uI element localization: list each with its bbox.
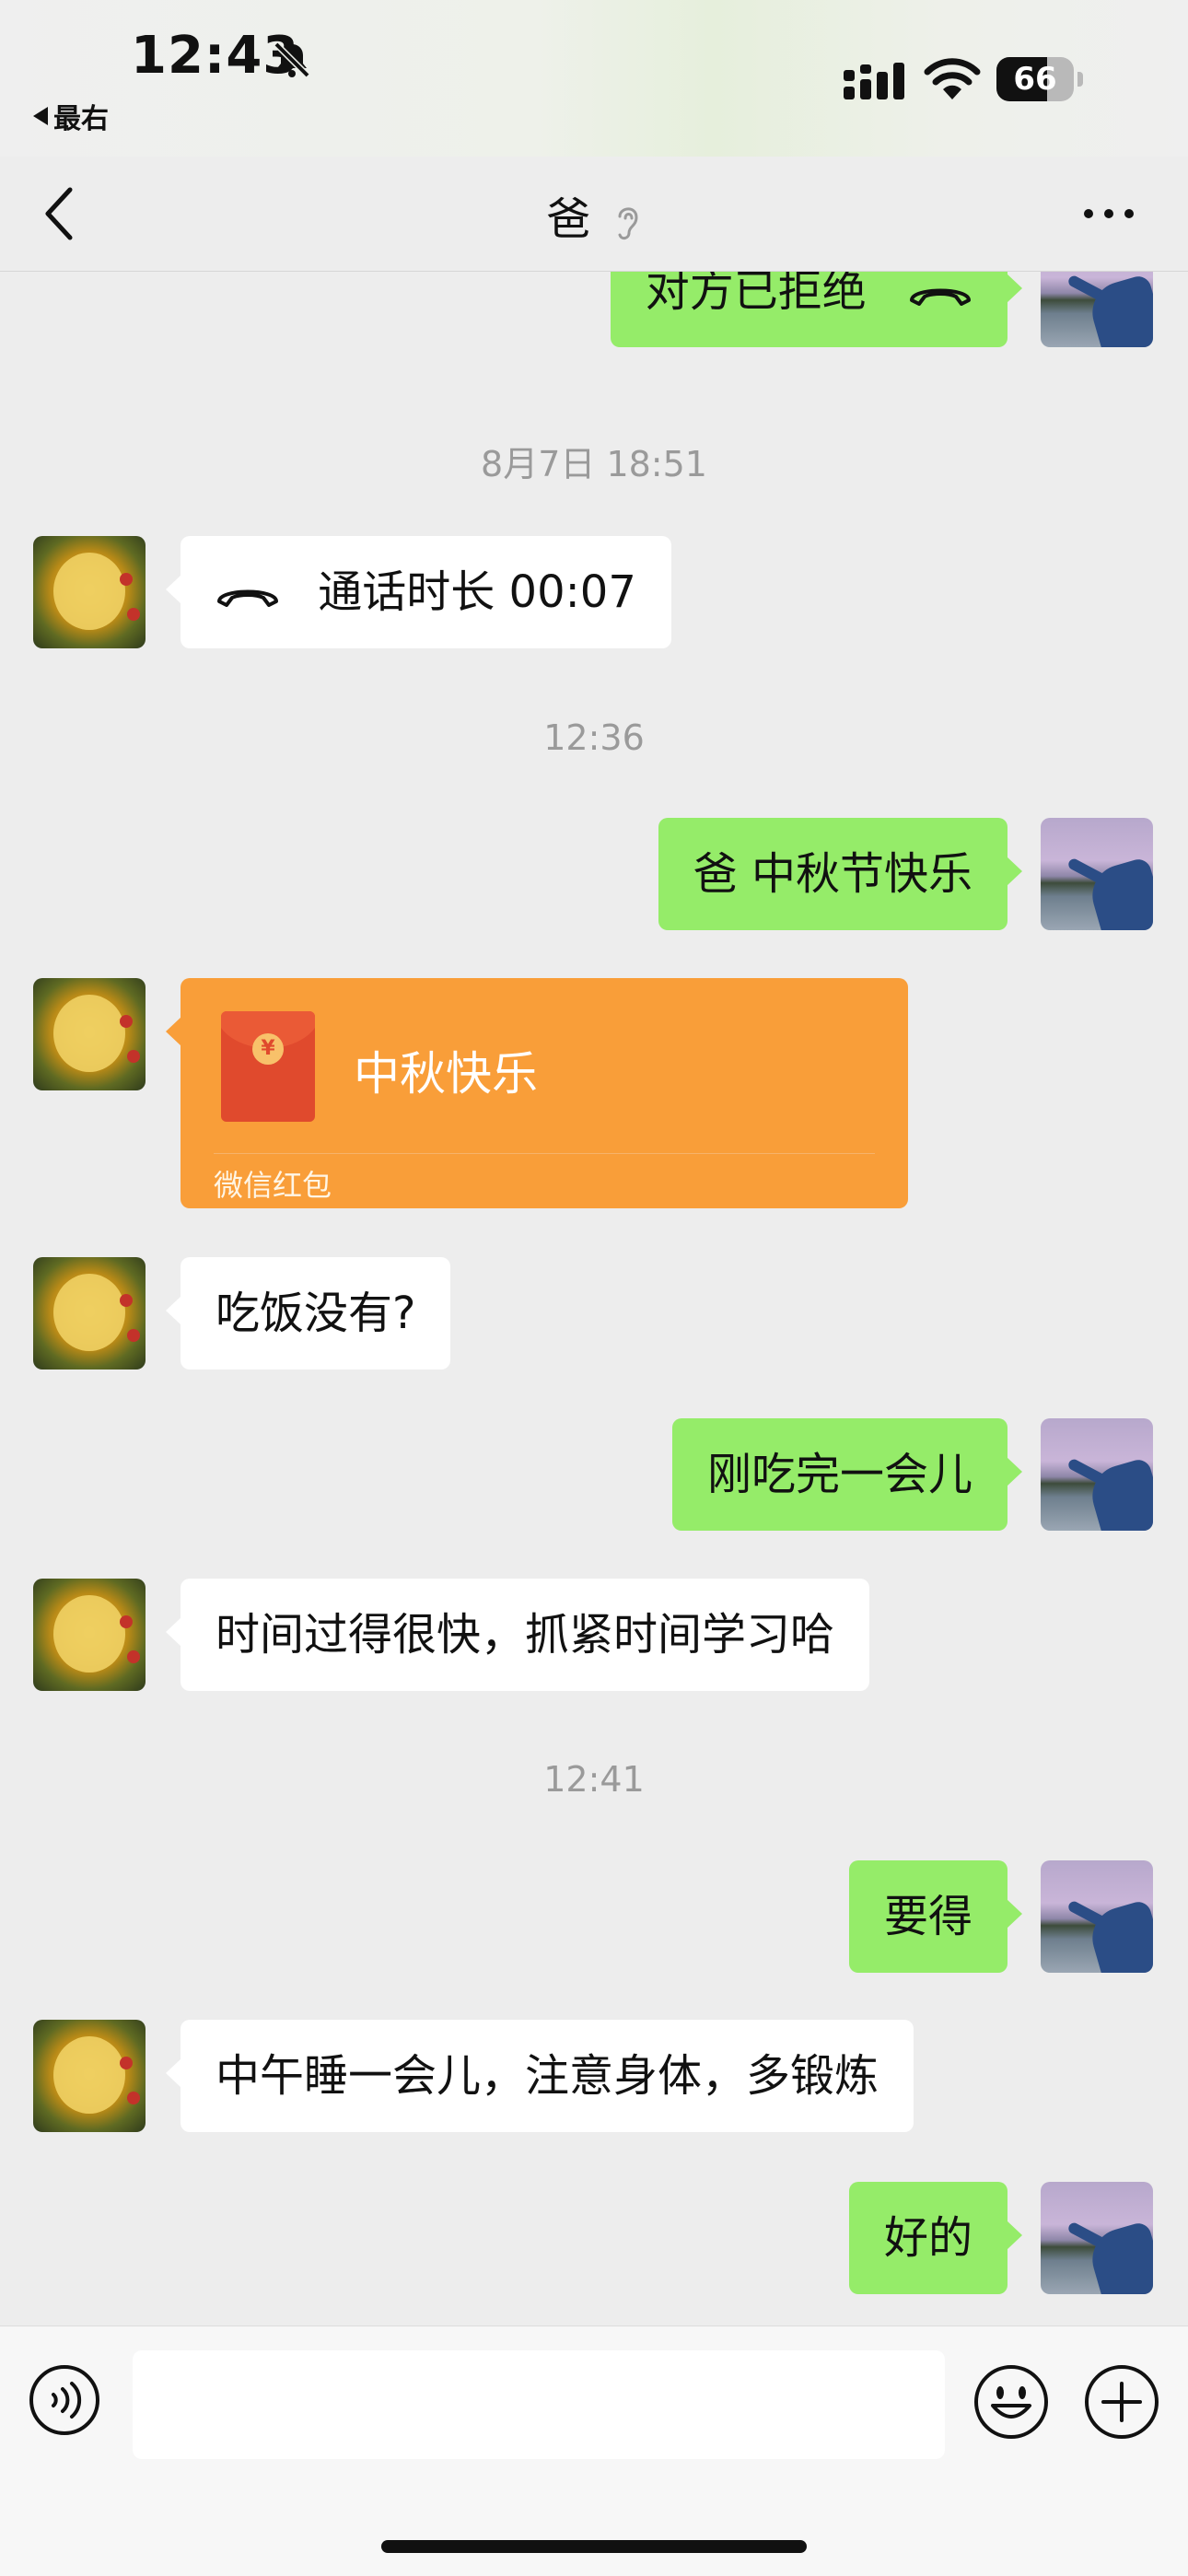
message-bubble[interactable]: 好的 [848, 2182, 1023, 2294]
back-triangle-icon [33, 107, 48, 125]
phone-hangup-icon [910, 288, 971, 306]
more-icon[interactable] [1079, 204, 1138, 223]
message-incoming[interactable]: 吃饭没有? [0, 1257, 1188, 1370]
message-bubble[interactable]: 刚吃完一会儿 [671, 1418, 1023, 1531]
call-bubble[interactable]: 通话时长 00:07 [166, 536, 671, 648]
red-packet-title: 中秋快乐 [354, 1047, 538, 1101]
message-bubble[interactable]: 吃饭没有? [165, 1257, 451, 1370]
contact-avatar[interactable] [33, 978, 146, 1090]
message-outgoing[interactable]: 爸 中秋节快乐 [0, 818, 1188, 930]
voice-icon[interactable] [28, 2363, 101, 2437]
phone-hangup-icon [217, 589, 278, 607]
call-duration-text: 通话时长 00:07 [318, 566, 636, 618]
message-bubble[interactable]: 时间过得很快，抓紧时间学习哈 [165, 1579, 870, 1691]
contact-avatar[interactable] [33, 1579, 146, 1691]
message-outgoing-call[interactable]: 对方已拒绝 [0, 272, 1188, 364]
message-bubble[interactable]: 要得 [848, 1860, 1023, 1973]
message-bubble[interactable]: 中午睡一会儿，注意身体，多锻炼 [165, 2020, 914, 2132]
timestamp: 8月7日 18:51 [481, 444, 707, 484]
my-avatar[interactable] [1041, 1860, 1153, 1973]
message-incoming[interactable]: 中午睡一会儿，注意身体，多锻炼 [0, 2020, 1188, 2132]
my-avatar[interactable] [1041, 1418, 1153, 1531]
my-avatar[interactable] [1041, 2182, 1153, 2294]
message-outgoing[interactable]: 好的 [0, 2182, 1188, 2294]
back-app-label: 最右 [53, 103, 109, 135]
chat-input-bar [0, 2325, 1188, 2576]
red-packet-divider [214, 1153, 875, 1154]
timestamp: 12:41 [543, 1759, 645, 1800]
emoji-icon[interactable] [973, 2363, 1050, 2441]
message-outgoing[interactable]: 要得 [0, 1860, 1188, 1973]
message-text: 要得 [883, 1891, 973, 1942]
message-incoming-red-packet[interactable]: ¥ 中秋快乐 微信红包 [0, 978, 1188, 1210]
message-input[interactable] [133, 2350, 945, 2459]
red-packet-label: 微信红包 [214, 1168, 332, 1203]
call-bubble[interactable]: 对方已拒绝 [610, 272, 1023, 347]
back-to-app-link[interactable]: 最右 [33, 96, 109, 136]
chat-header: 爸 [0, 157, 1188, 272]
status-bar: 12:43 最右 66 [0, 0, 1188, 157]
message-list[interactable]: 对方已拒绝 8月7日 18:51 通话时长 00:07 12:36 爸 中秋节快… [0, 272, 1188, 2325]
battery-percent: 66 [1013, 61, 1057, 98]
contact-avatar[interactable] [33, 1257, 146, 1370]
red-envelope-icon: ¥ [221, 1011, 315, 1122]
message-bubble[interactable]: 爸 中秋节快乐 [658, 818, 1023, 930]
wifi-icon [924, 58, 981, 99]
battery-indicator: 66 [996, 57, 1085, 101]
my-avatar[interactable] [1041, 818, 1153, 930]
red-packet-card[interactable]: ¥ 中秋快乐 微信红包 [166, 978, 908, 1208]
chat-title-text: 爸 [546, 193, 591, 245]
battery-nub [1077, 72, 1083, 87]
message-text: 时间过得很快，抓紧时间学习哈 [215, 1609, 835, 1661]
message-text: 刚吃完一会儿 [706, 1449, 973, 1500]
my-avatar[interactable] [1041, 272, 1153, 347]
chat-title: 爸 [0, 182, 1188, 247]
plus-icon[interactable] [1083, 2363, 1160, 2441]
home-indicator[interactable] [381, 2540, 807, 2553]
message-incoming[interactable]: 时间过得很快，抓紧时间学习哈 [0, 1579, 1188, 1691]
message-text: 中午睡一会儿，注意身体，多锻炼 [215, 2050, 879, 2102]
contact-avatar[interactable] [33, 536, 146, 648]
contact-avatar[interactable] [33, 2020, 146, 2132]
message-text: 爸 中秋节快乐 [693, 848, 973, 900]
message-text: 好的 [883, 2212, 973, 2264]
message-outgoing[interactable]: 刚吃完一会儿 [0, 1418, 1188, 1531]
message-incoming-call[interactable]: 通话时长 00:07 [0, 536, 1188, 648]
call-status-text: 对方已拒绝 [645, 272, 867, 317]
timestamp: 12:36 [543, 717, 645, 758]
cellular-signal-icon [844, 63, 904, 99]
ear-icon [618, 207, 638, 240]
bell-slash-icon [274, 41, 310, 78]
message-text: 吃饭没有? [215, 1288, 416, 1339]
